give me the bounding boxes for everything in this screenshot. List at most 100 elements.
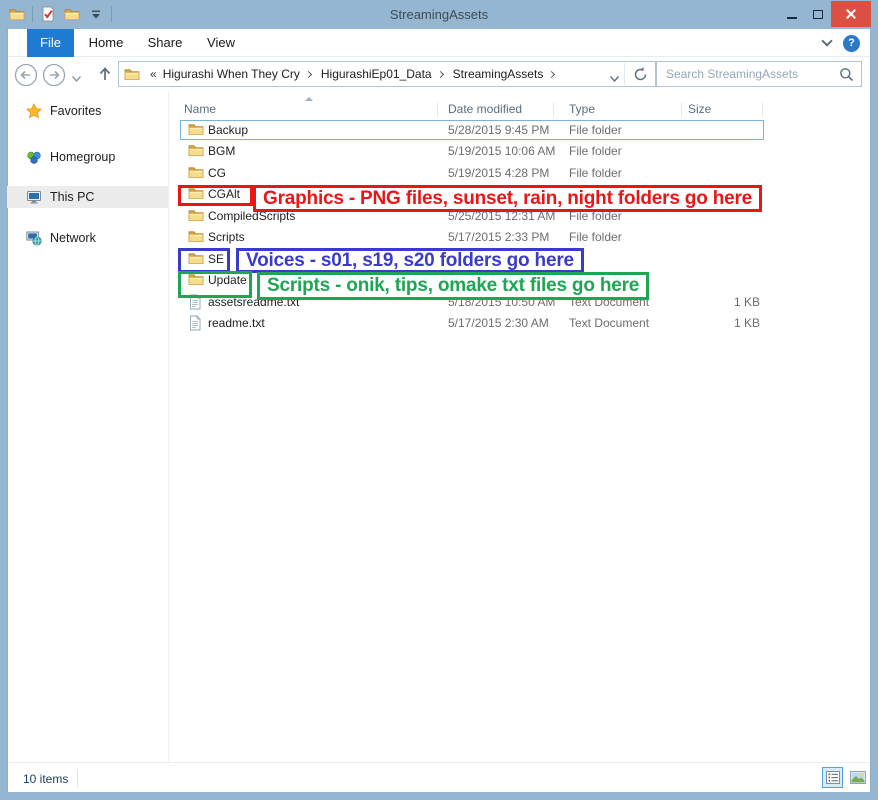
folder-icon [188,143,204,159]
forward-button[interactable] [42,63,66,90]
breadcrumb-overflow[interactable]: « [144,67,159,81]
separator [624,63,625,85]
separator [77,769,78,787]
table-row[interactable]: readme.txt 5/17/2015 2:30 AM Text Document… [180,313,764,333]
sidebar-item-network[interactable]: Network [7,227,168,249]
file-type: File folder [569,120,622,140]
table-row[interactable]: CG5/19/2015 4:28 PMFile folder [180,163,764,183]
sort-ascending-icon [305,97,313,101]
sidebar-item-label: Homegroup [50,150,115,164]
maximize-icon [813,10,823,19]
tab-label: File [40,35,61,50]
file-name: readme.txt [208,313,265,333]
column-divider[interactable] [762,102,763,117]
address-dropdown-icon[interactable] [610,71,619,85]
file-type: Text Document [569,313,649,333]
thumbnails-view-icon[interactable] [847,767,868,788]
close-button[interactable] [831,1,871,27]
tab-view[interactable]: View [196,29,246,57]
date-modified: 5/19/2015 10:06 AM [448,141,555,161]
search-icon[interactable] [839,67,854,85]
network-icon [26,230,42,246]
column-header-size[interactable]: Size [688,96,748,120]
cgalt-annotation: Graphics - PNG files, sunset, rain, nigh… [253,185,762,212]
column-header-row: Name Date modified Type Size [168,96,862,120]
minimize-button[interactable] [779,1,804,27]
star-icon [26,103,42,119]
items-count: 10 items [23,772,68,786]
sidebar-item-label: This PC [50,190,94,204]
breadcrumb-item[interactable]: StreamingAssets [449,67,548,81]
breadcrumb-item[interactable]: HigurashiEp01_Data [317,67,436,81]
folder-icon [188,208,204,224]
sidebar-item-label: Favorites [50,104,101,118]
table-row[interactable]: BGM 5/19/2015 10:06 AM File folder [180,141,764,161]
tab-file[interactable]: File [27,29,74,57]
details-view-icon[interactable] [822,767,843,788]
search-box [656,61,862,87]
cgalt-highlight-box [178,185,253,206]
back-button[interactable] [14,63,38,90]
column-header-date-modified[interactable]: Date modified [448,96,548,120]
folder-icon [124,67,140,81]
folder-icon [188,229,204,245]
file-name: BGM [208,141,235,161]
se-highlight-box [178,248,230,273]
maximize-button[interactable] [805,1,830,27]
breadcrumb-item[interactable]: Higurashi When They Cry [159,67,304,81]
explorer-window: StreamingAssets ? File Home Share View « Hi… [0,0,878,800]
computer-icon [26,189,42,205]
date-modified: 5/17/2015 2:30 AM [448,313,549,333]
sidebar-item-label: Network [50,231,96,245]
tab-home[interactable]: Home [80,29,132,57]
text-file-icon [188,315,204,331]
folder-icon [188,122,204,138]
file-size: 1 KB [734,313,760,333]
navigation-bar: « Higurashi When They Cry HigurashiEp01_D… [8,57,870,92]
breadcrumb: Higurashi When They Cry HigurashiEp01_Dat… [159,67,561,81]
help-icon[interactable]: ? [843,35,860,52]
file-type: File folder [569,227,622,247]
file-name: Scripts [208,227,245,247]
search-input[interactable] [657,62,861,86]
statusbar: 10 items [8,762,870,792]
address-bar[interactable]: « Higurashi When They Cry HigurashiEp01_D… [118,61,656,87]
column-divider[interactable] [437,102,438,117]
table-row[interactable]: Scripts 5/17/2015 2:33 PM File folder [180,227,764,247]
refresh-icon[interactable] [632,66,649,86]
ribbon-tab-bar: ? File Home Share View [8,29,870,57]
column-divider[interactable] [553,102,554,117]
sidebar-item-homegroup[interactable]: Homegroup [7,146,168,168]
chevron-right-icon[interactable] [437,70,444,77]
chevron-right-icon[interactable] [305,70,312,77]
column-header-type[interactable]: Type [569,96,649,120]
se-annotation: Voices - s01, s19, s20 folders go here [236,248,584,273]
update-highlight-box [178,271,252,298]
up-button[interactable] [96,65,114,86]
tab-label: Share [148,35,183,50]
update-annotation: Scripts - onik, tips, omake txt files go… [257,272,649,300]
window-title: StreamingAssets [0,7,878,22]
tab-label: View [207,35,235,50]
date-modified: 5/19/2015 4:28 PM [448,163,549,183]
recent-locations-dropdown-icon[interactable] [72,71,81,85]
sidebar-item-this-pc[interactable]: This PC [7,186,168,208]
table-row[interactable]: Backup 5/28/2015 9:45 PM File folder [180,120,764,140]
homegroup-icon [26,149,42,165]
sidebar-item-favorites[interactable]: Favorites [7,100,168,122]
titlebar: StreamingAssets [0,0,878,29]
chevron-down-icon[interactable] [821,35,832,46]
file-name: Backup [208,120,248,140]
file-size: 1 KB [734,292,760,312]
date-modified: 5/17/2015 2:33 PM [448,227,549,247]
chevron-right-icon[interactable] [548,70,555,77]
column-divider[interactable] [681,102,682,117]
tab-share[interactable]: Share [138,29,192,57]
folder-icon [188,165,204,181]
date-modified: 5/28/2015 9:45 PM [448,120,549,140]
sidebar-divider [168,92,169,762]
file-name: CG [208,163,226,183]
file-type: File folder [569,141,622,161]
minimize-icon [787,17,797,19]
close-icon [845,8,857,20]
